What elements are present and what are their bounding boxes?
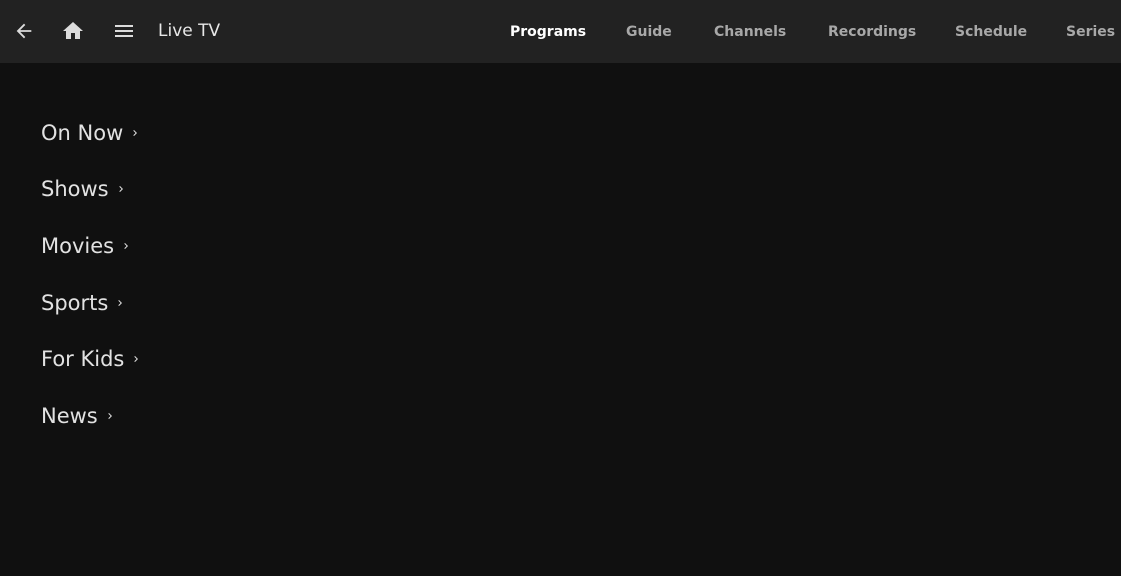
- chevron-right-icon: [115, 183, 127, 195]
- section-label: For Kids: [41, 347, 125, 371]
- page-title: Live TV: [158, 21, 221, 41]
- tab-programs[interactable]: Programs: [510, 20, 586, 44]
- section-label: Movies: [41, 234, 115, 258]
- tab-series[interactable]: Series: [1066, 20, 1115, 44]
- section-news[interactable]: News: [41, 401, 116, 431]
- section-shows[interactable]: Shows: [41, 174, 127, 204]
- tab-channels[interactable]: Channels: [714, 20, 786, 44]
- hamburger-menu-icon: [115, 25, 133, 37]
- chevron-right-icon: [120, 240, 132, 252]
- back-button[interactable]: [9, 16, 39, 46]
- chevron-right-icon: [114, 297, 126, 309]
- chevron-right-icon: [130, 353, 142, 365]
- chevron-right-icon: [129, 127, 141, 139]
- arrow-back-icon: [16, 23, 32, 39]
- home-button[interactable]: [58, 16, 88, 46]
- chevron-right-icon: [104, 410, 116, 422]
- section-for-kids[interactable]: For Kids: [41, 344, 142, 374]
- section-label: On Now: [41, 121, 124, 145]
- home-icon: [63, 22, 83, 39]
- section-movies[interactable]: Movies: [41, 231, 132, 261]
- section-label: Shows: [41, 177, 109, 201]
- section-sports[interactable]: Sports: [41, 288, 126, 318]
- section-label: News: [41, 404, 98, 428]
- tab-recordings[interactable]: Recordings: [828, 20, 916, 44]
- tab-guide[interactable]: Guide: [626, 20, 672, 44]
- section-on-now[interactable]: On Now: [41, 118, 141, 148]
- section-label: Sports: [41, 291, 109, 315]
- top-app-bar: Live TV Programs Guide Channels Recordin…: [0, 0, 1121, 63]
- menu-button[interactable]: [109, 16, 139, 46]
- tab-schedule[interactable]: Schedule: [955, 20, 1027, 44]
